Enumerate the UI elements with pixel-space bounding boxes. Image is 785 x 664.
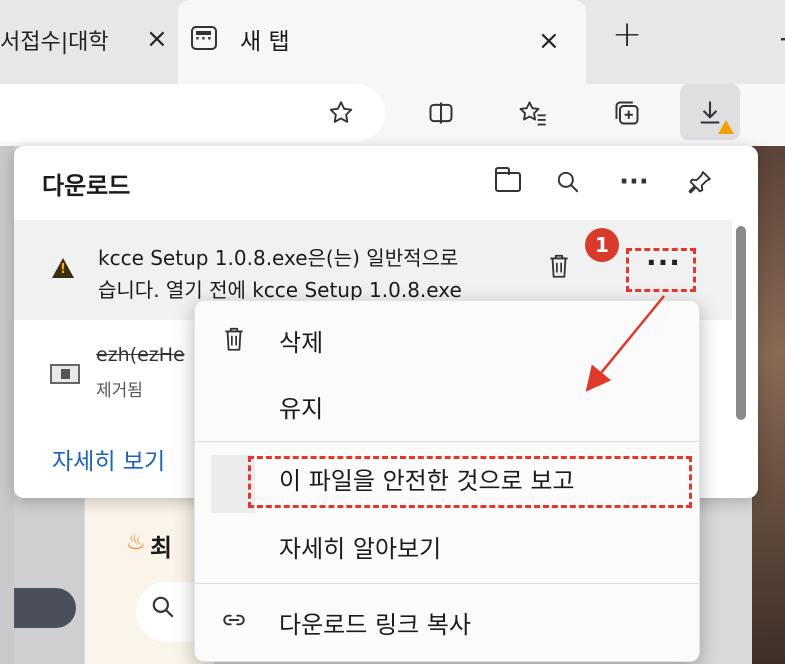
- menu-item-label: 다운로드 링크 복사: [279, 611, 471, 639]
- file-icon: [50, 364, 80, 384]
- tab-title: 새 탭: [240, 29, 290, 55]
- menu-item-copy-link[interactable]: 다운로드 링크 복사: [195, 589, 699, 657]
- menu-item-label: 삭제: [279, 329, 324, 357]
- step-badge: 1: [585, 228, 619, 262]
- minimize-icon[interactable]: −: [778, 22, 785, 55]
- more-options-icon[interactable]: ···: [614, 162, 654, 202]
- address-bar[interactable]: [0, 84, 385, 142]
- menu-item-keep[interactable]: 유지: [195, 373, 699, 441]
- downloads-title: 다운로드: [42, 172, 131, 200]
- download-item-status: 제거됨: [96, 381, 143, 401]
- menu-item-label: 자세히 알아보기: [279, 535, 442, 563]
- new-tab-button[interactable]: +: [612, 14, 642, 55]
- download-warning-text-2: 습니다. 열기 전에 kcce Setup 1.0.8.exe: [98, 278, 462, 302]
- link-icon: [221, 607, 247, 640]
- menu-item-learn-more[interactable]: 자세히 알아보기: [195, 513, 699, 581]
- favorites-icon[interactable]: [510, 90, 556, 136]
- downloads-icon[interactable]: [680, 84, 740, 140]
- new-tab-favicon-icon: [191, 26, 217, 50]
- page-background-left: [0, 146, 14, 664]
- download-warning-text: kcce Setup 1.0.8.exe은(는) 일반적으로: [98, 246, 459, 270]
- pin-icon[interactable]: [680, 162, 720, 202]
- menu-item-delete[interactable]: 삭제: [195, 309, 699, 377]
- tab-strip: 서접수|대학 × 새 탭 × + −: [0, 0, 785, 84]
- search-icon: [150, 594, 176, 627]
- favorite-star-icon[interactable]: [318, 90, 364, 136]
- page-card-title: 최: [150, 534, 173, 562]
- split-screen-icon[interactable]: [418, 90, 464, 136]
- see-more-link[interactable]: 자세히 보기: [52, 442, 165, 476]
- tab-close-icon[interactable]: ×: [146, 26, 168, 52]
- search-downloads-icon[interactable]: [548, 162, 588, 202]
- page-thumbnail: [14, 588, 76, 628]
- scrollbar[interactable]: [736, 226, 746, 420]
- download-warning-icon: [718, 120, 734, 134]
- tab-close-icon[interactable]: ×: [538, 28, 560, 54]
- trash-icon: [221, 325, 247, 360]
- fire-icon: ♨: [126, 530, 146, 555]
- highlight-more-button: [626, 248, 696, 292]
- open-folder-icon[interactable]: [488, 162, 528, 202]
- tab-inactive[interactable]: 서접수|대학 ×: [0, 0, 178, 84]
- download-item-name[interactable]: ezh(ezHe: [96, 344, 185, 366]
- tab-active-new-tab[interactable]: 새 탭 ×: [178, 0, 586, 84]
- delete-icon[interactable]: [546, 252, 572, 287]
- warning-icon: [52, 258, 74, 278]
- collections-icon[interactable]: [604, 90, 650, 136]
- highlight-report-safe: [248, 456, 692, 508]
- menu-item-label: 유지: [279, 395, 324, 423]
- menu-separator: [195, 441, 699, 442]
- menu-separator: [195, 583, 699, 584]
- toolbar: [0, 84, 785, 146]
